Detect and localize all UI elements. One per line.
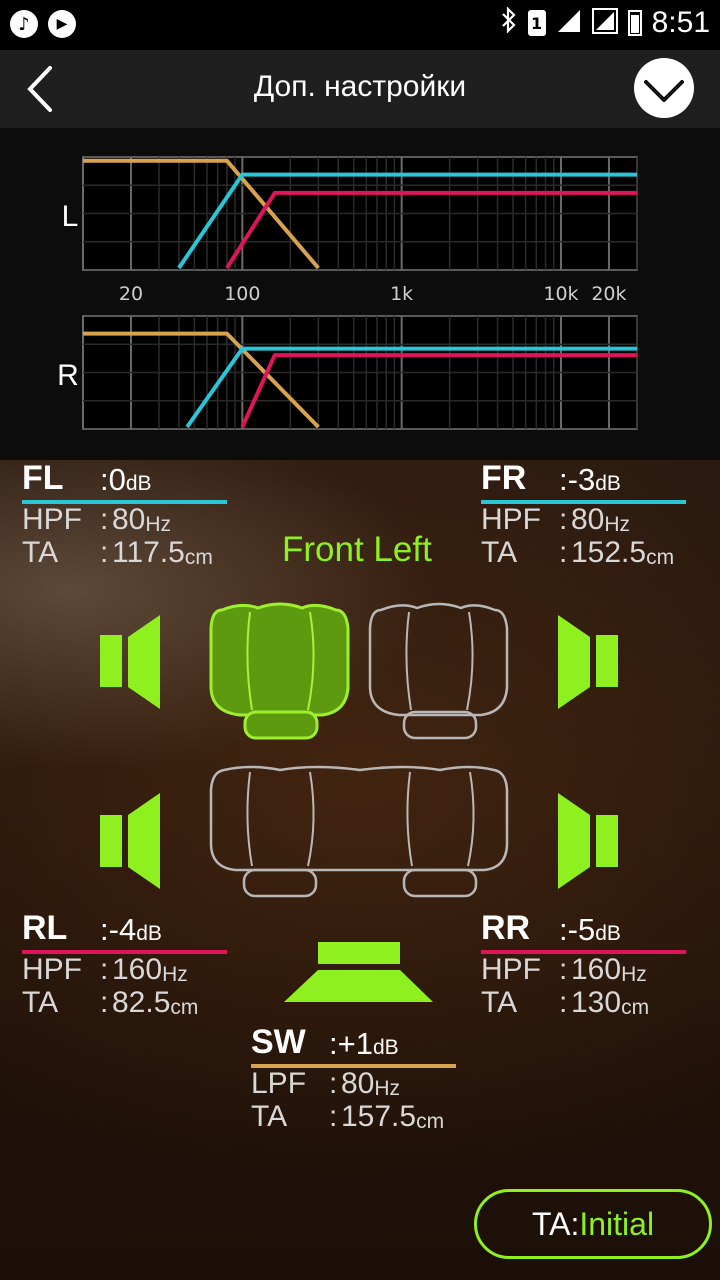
seat-front-right[interactable] — [368, 602, 509, 740]
play-icon: ▶ — [48, 10, 76, 38]
status-right: 1 8:51 — [500, 6, 710, 40]
ta-label: TA — [251, 1100, 288, 1133]
separator: : — [100, 912, 109, 947]
x-tick-label: 20k — [591, 283, 626, 305]
x-tick-label: 10k — [543, 283, 578, 305]
graph-r-title: R — [57, 359, 79, 392]
gain-unit: dB — [595, 922, 621, 945]
filter-unit: Hz — [145, 513, 172, 536]
separator: : — [559, 912, 568, 947]
selected-position-label: Front Left — [282, 530, 432, 569]
music-note-icon: ♪ — [10, 10, 38, 38]
graph-l-title: L — [62, 200, 79, 233]
battery-icon — [627, 10, 642, 36]
subwoofer-icon[interactable] — [284, 942, 433, 1002]
gain-unit: dB — [372, 1036, 399, 1059]
filter-label: HPF — [22, 953, 82, 986]
ta-value: 157.5 — [341, 1100, 417, 1133]
channel-name: FL — [22, 459, 64, 497]
ta-unit: cm — [170, 996, 199, 1019]
separator: : — [329, 1026, 338, 1061]
app-header: Доп. настройки — [0, 50, 720, 128]
speaker-rl-icon[interactable] — [100, 793, 160, 889]
ta-value: 152.5 — [571, 536, 647, 569]
filter-unit: Hz — [621, 963, 647, 986]
filter-value: 80 — [341, 1067, 375, 1100]
ta-value: 130 — [571, 986, 622, 1019]
channel-name: RR — [481, 909, 531, 947]
ta-unit: cm — [416, 1110, 445, 1133]
bluetooth-icon — [500, 6, 518, 39]
filter-label: HPF — [22, 503, 82, 536]
status-left: ♪ ▶ — [10, 10, 76, 38]
filter-unit: Hz — [604, 513, 631, 536]
crossover-graphs: L R 20 100 1k 10k 20k — [57, 156, 638, 430]
ta-label: TA — [22, 536, 59, 569]
separator: : — [559, 462, 568, 497]
channel-rl[interactable]: RL :-4dB HPF:160 Hz TA:82.5 cm — [22, 909, 227, 1020]
ta-unit: cm — [621, 996, 650, 1019]
speaker-fl-icon[interactable] — [100, 615, 160, 709]
ta-unit: cm — [646, 546, 675, 569]
x-tick-label: 100 — [224, 283, 260, 305]
speaker-rr-icon[interactable] — [558, 793, 618, 889]
seat-front-left[interactable] — [209, 602, 350, 740]
separator: : — [100, 462, 109, 497]
ta-unit: cm — [184, 546, 213, 569]
gain-value: -3 — [567, 462, 596, 497]
x-tick-label: 20 — [119, 283, 143, 305]
signal-icon — [591, 8, 618, 38]
ta-value: 82.5 — [112, 986, 171, 1019]
gain-value: -4 — [108, 912, 137, 947]
checkmark-circle-icon — [644, 80, 684, 102]
filter-unit: Hz — [374, 1077, 401, 1100]
page-title: Доп. настройки — [253, 70, 467, 103]
ta-label: TA — [22, 986, 59, 1019]
channel-fr[interactable]: FR :-3dB HPF:80 Hz TA:152.5 cm — [481, 459, 686, 570]
ta-button-value: Initial — [579, 1205, 655, 1242]
x-tick-label: 1k — [390, 283, 413, 305]
filter-value: 160 — [571, 953, 622, 986]
gain-unit: dB — [136, 922, 162, 945]
channel-sw[interactable]: SW :+1dB LPF:80 Hz TA:157.5 cm — [251, 1023, 456, 1134]
filter-label: HPF — [481, 503, 541, 536]
ta-value: 117.5 — [112, 536, 185, 569]
ta-label: TA — [481, 986, 518, 1019]
gain-value: +1 — [337, 1026, 373, 1061]
gain-value: 0 — [108, 462, 126, 497]
crossover-graph-panel: L R 20 100 1k 10k 20k — [0, 128, 720, 460]
filter-label: HPF — [481, 953, 541, 986]
seat-rear-bench[interactable] — [209, 765, 509, 898]
gain-value: -5 — [567, 912, 596, 947]
channel-name: RL — [22, 909, 68, 947]
graph-r — [82, 315, 638, 430]
channel-fl[interactable]: FL :0dB HPF:80 Hz TA:117.5 cm — [22, 459, 227, 570]
channel-name: SW — [251, 1023, 306, 1061]
filter-unit: Hz — [162, 963, 188, 986]
graph-l — [82, 156, 638, 271]
filter-label: LPF — [251, 1067, 307, 1100]
gain-unit: dB — [595, 472, 621, 495]
speaker-layout-panel — [0, 460, 720, 1280]
signal-icon — [556, 8, 582, 38]
filter-value: 80 — [112, 503, 146, 536]
speaker-fr-icon[interactable] — [558, 615, 618, 709]
filter-value: 160 — [112, 953, 163, 986]
channel-rr[interactable]: RR :-5dB HPF:160 Hz TA:130 cm — [481, 909, 686, 1020]
status-bar: ♪ ▶ 1 8:51 — [0, 0, 720, 50]
sim-icon: 1 — [527, 10, 546, 36]
gain-unit: dB — [125, 472, 152, 495]
ta-button-prefix: TA: — [531, 1205, 580, 1242]
ta-label: TA — [481, 536, 518, 569]
filter-value: 80 — [571, 503, 605, 536]
clock: 8:51 — [651, 6, 710, 39]
channel-name: FR — [481, 459, 527, 497]
confirm-button[interactable] — [634, 58, 694, 118]
ta-initial-button[interactable]: TA: Initial — [474, 1189, 712, 1259]
